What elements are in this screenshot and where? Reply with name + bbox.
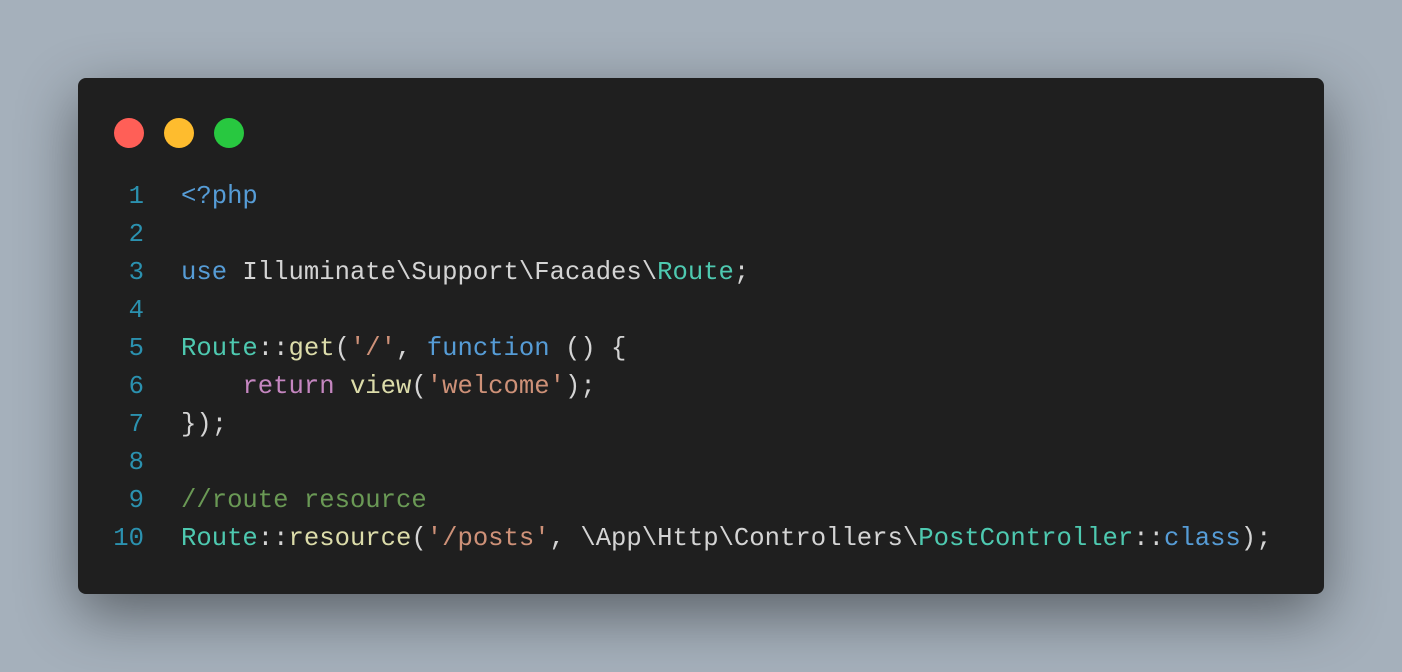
line-number: 8 — [128, 448, 144, 477]
code-token: view — [349, 372, 412, 401]
code-line: 9 //route resource — [108, 482, 1272, 520]
line-content: Route::resource('/posts', \App\Http\Cont… — [181, 520, 1272, 558]
code-line: 10 Route::resource('/posts', \App\Http\Co… — [108, 520, 1272, 558]
minimize-dot-icon[interactable] — [164, 118, 194, 148]
code-token: :: — [1133, 524, 1164, 553]
line-number: 6 — [128, 372, 144, 401]
code-token: Route — [181, 334, 258, 363]
line-number: 1 — [128, 182, 144, 211]
code-token: 'welcome' — [426, 372, 565, 401]
code-line: 1 <?php — [108, 178, 1272, 216]
code-token: '/' — [349, 334, 397, 363]
close-dot-icon[interactable] — [114, 118, 144, 148]
code-line: 4 — [108, 292, 1272, 330]
line-number: 7 — [128, 410, 144, 439]
code-token: use — [181, 258, 228, 287]
code-token: Illuminate\Support\Facades\ — [227, 258, 658, 287]
code-token: }); — [181, 410, 228, 439]
code-token: return — [242, 372, 335, 401]
line-number: 10 — [113, 524, 144, 553]
code-line: 6 return view('welcome'); — [108, 368, 1272, 406]
line-content: use Illuminate\Support\Facades\Route; — [181, 254, 749, 292]
code-token: <?php — [181, 182, 258, 211]
line-number: 3 — [128, 258, 144, 287]
line-content: //route resource — [181, 482, 427, 520]
maximize-dot-icon[interactable] — [214, 118, 244, 148]
code-token: Route — [181, 524, 258, 553]
code-token: class — [1164, 524, 1241, 553]
code-token: , \App\Http\Controllers\ — [549, 524, 919, 553]
code-token: ( — [411, 524, 427, 553]
code-token: get — [288, 334, 335, 363]
code-token: PostController — [918, 524, 1134, 553]
line-content: Route::get('/', function () { — [181, 330, 626, 368]
code-token: ; — [733, 258, 750, 287]
code-token: () { — [549, 334, 627, 363]
code-token: ( — [411, 372, 427, 401]
code-block: 1 <?php 2 3 use Illuminate\Support\Facades\R… — [108, 178, 1272, 558]
line-number: 5 — [128, 334, 144, 363]
code-line: 5 Route::get('/', function () { — [108, 330, 1272, 368]
line-content: return view('welcome'); — [181, 368, 596, 406]
code-token: :: — [257, 334, 289, 363]
code-line: 3 use Illuminate\Support\Facades\Route; — [108, 254, 1272, 292]
code-token: resource — [288, 524, 412, 553]
code-token: Route — [657, 258, 734, 287]
code-token: //route resource — [181, 486, 427, 515]
code-token: '/posts' — [426, 524, 550, 553]
code-token: function — [426, 334, 550, 363]
line-content: <?php — [181, 178, 258, 216]
line-number: 4 — [128, 296, 144, 325]
line-content: }); — [181, 406, 227, 444]
line-number: 9 — [128, 486, 144, 515]
line-number: 2 — [128, 220, 144, 249]
code-window: 1 <?php 2 3 use Illuminate\Support\Facades\R… — [78, 78, 1324, 594]
code-token: :: — [257, 524, 289, 553]
code-token: , — [396, 334, 427, 363]
code-token: ); — [564, 372, 596, 401]
code-line: 2 — [108, 216, 1272, 254]
code-token: ( — [334, 334, 350, 363]
code-line: 8 — [108, 444, 1272, 482]
code-token: ); — [1240, 524, 1272, 553]
code-line: 7}); — [108, 406, 1272, 444]
